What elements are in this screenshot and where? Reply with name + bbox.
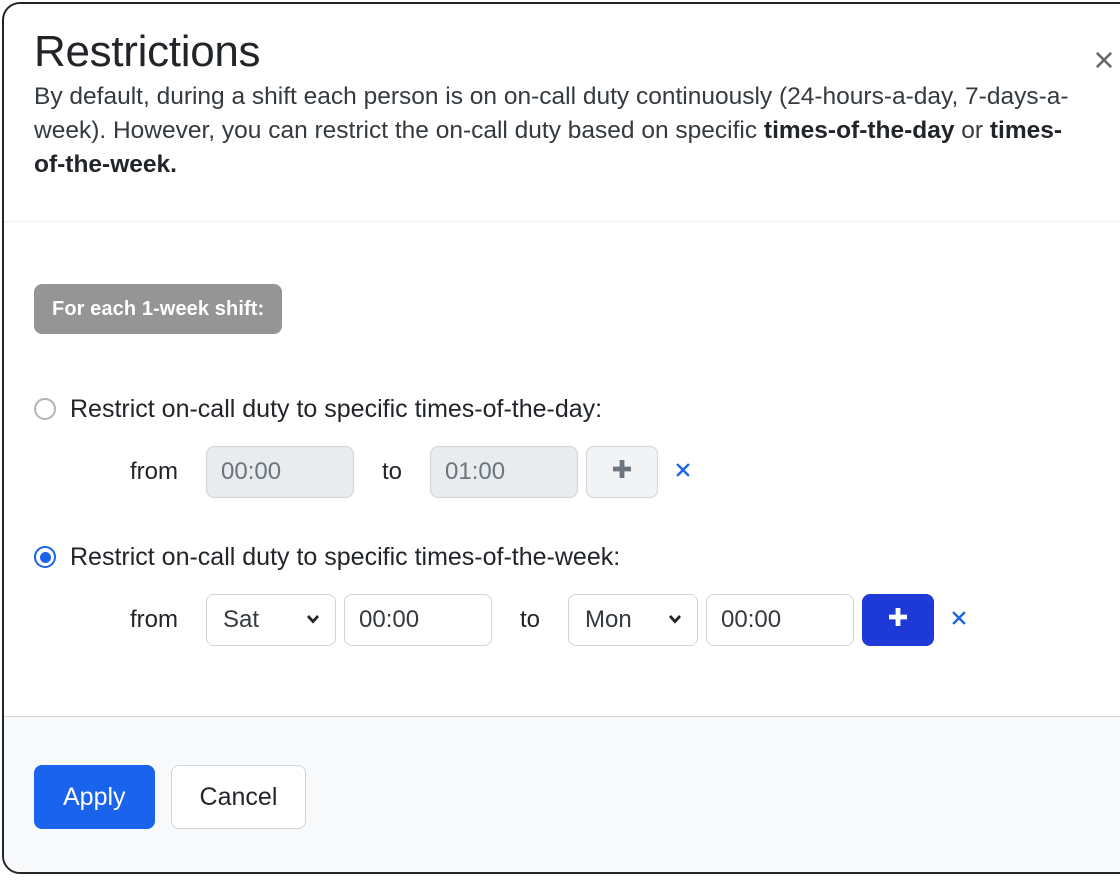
to-time-input-day[interactable]: 01:00	[430, 446, 579, 498]
from-day-select[interactable]: Sat	[206, 594, 336, 646]
chevron-down-icon	[665, 610, 685, 630]
dialog-footer: Apply Cancel	[4, 716, 1120, 872]
radio-times-of-the-week[interactable]	[34, 546, 56, 568]
from-time-input-day[interactable]: 00:00	[206, 446, 354, 498]
to-time-input-week[interactable]: 00:00	[706, 594, 855, 646]
delete-row-button-week[interactable]	[946, 594, 972, 646]
restrictions-dialog: Restrictions By default, during a shift …	[2, 2, 1120, 874]
to-day-select[interactable]: Mon	[568, 594, 699, 646]
dialog-header: Restrictions By default, during a shift …	[4, 4, 1120, 222]
close-button[interactable]	[1084, 40, 1120, 80]
to-label-week: to	[520, 606, 541, 633]
from-day-value: Sat	[223, 606, 260, 633]
radio-row-times-of-the-day[interactable]: Restrict on-call duty to specific times-…	[34, 394, 1120, 424]
add-row-button-day[interactable]	[586, 446, 659, 498]
radio-row-times-of-the-week[interactable]: Restrict on-call duty to specific times-…	[34, 542, 1120, 572]
shift-badge: For each 1-week shift:	[34, 284, 283, 334]
option-group-times-of-the-week: Restrict on-call duty to specific times-…	[34, 542, 1120, 646]
add-row-button-week[interactable]	[862, 594, 935, 646]
delete-row-button-day[interactable]	[670, 446, 696, 498]
plus-icon	[609, 456, 635, 489]
apply-button[interactable]: Apply	[34, 764, 155, 829]
description-bold-times-of-the-day: times-of-the-day	[763, 117, 955, 144]
page-title: Restrictions	[34, 27, 261, 76]
radio-label-times-of-the-day[interactable]: Restrict on-call duty to specific times-…	[70, 394, 602, 424]
from-label-day: from	[130, 458, 178, 485]
fields-row-times-of-the-week: from Sat 00:00 to Mon 00:00	[130, 594, 1120, 646]
chevron-down-icon	[303, 610, 323, 630]
close-x-icon	[672, 459, 694, 485]
close-icon	[1089, 45, 1119, 75]
cancel-button[interactable]: Cancel	[170, 764, 307, 829]
plus-icon	[885, 604, 911, 637]
to-day-value: Mon	[585, 606, 632, 633]
radio-times-of-the-day[interactable]	[34, 398, 56, 420]
radio-label-times-of-the-week[interactable]: Restrict on-call duty to specific times-…	[70, 542, 620, 572]
close-x-icon	[948, 607, 970, 633]
dialog-description: By default, during a shift each person i…	[34, 80, 1086, 182]
from-label-week: from	[130, 606, 178, 633]
fields-row-times-of-the-day: from 00:00 to 01:00	[130, 446, 1120, 498]
description-text-middle: or	[954, 117, 990, 144]
dialog-body: For each 1-week shift: Restrict on-call …	[4, 222, 1120, 716]
option-group-times-of-the-day: Restrict on-call duty to specific times-…	[34, 394, 1120, 498]
from-time-input-week[interactable]: 00:00	[344, 594, 492, 646]
to-label-day: to	[382, 458, 403, 485]
